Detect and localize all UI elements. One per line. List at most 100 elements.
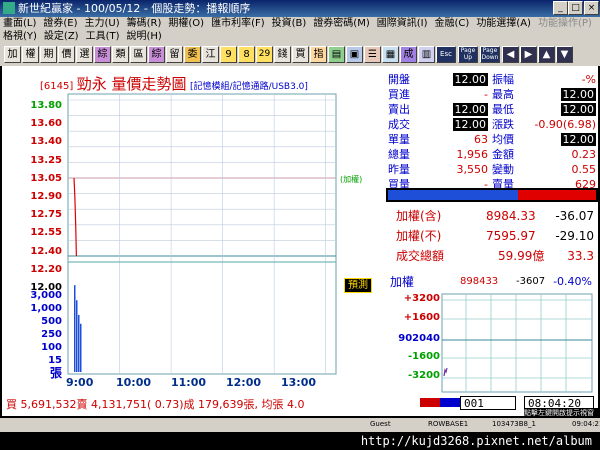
index-excl-value: 7595.97 <box>486 229 536 243</box>
price-tick: 13.80 <box>30 100 62 111</box>
price-tick: 12.40 <box>30 245 62 257</box>
tb-button-9[interactable]: 9 <box>220 46 237 63</box>
price-tick: 13.60 <box>30 118 62 130</box>
tb-button-prev-icon[interactable]: ◀ <box>502 46 519 63</box>
window-title: 新世紀贏家 - 100/05/12 - 個股走勢：播報順序 <box>18 2 251 15</box>
vol-tick: 100 <box>41 342 62 353</box>
chart-icon: ▤ <box>331 49 342 60</box>
predict-button[interactable]: 預測 <box>344 278 372 293</box>
tb-button-cheng[interactable]: 成 <box>400 46 417 63</box>
tb-button-qi[interactable]: 期 <box>40 46 57 63</box>
menu-item-operation[interactable]: 功能操作(P) <box>538 18 592 29</box>
index-panel: 加權(含) 8984.33 -36.07 加權(不) 7595.97 -29.1… <box>386 206 598 268</box>
tb-button-list-icon[interactable]: ☰ <box>364 46 381 63</box>
tb-button-wei[interactable]: 委 <box>184 46 201 63</box>
menu-item-finance[interactable]: 金融(C) <box>435 18 470 29</box>
quote-value: -% <box>581 73 596 86</box>
tb-button-grid-icon[interactable]: ▦ <box>382 46 399 63</box>
status-clock: 09:04:21 <box>572 420 600 428</box>
price-line <box>73 177 77 257</box>
tb-button-doc-icon[interactable]: ▥ <box>418 46 435 63</box>
menu-item-intl[interactable]: 國際資訊(I) <box>377 18 428 29</box>
page-down-button[interactable]: Page Down <box>480 46 500 63</box>
tb-button-up-icon[interactable]: ▲ <box>538 46 555 63</box>
mini-tick: -1600 <box>408 351 440 362</box>
menu-item-securities[interactable]: 證券(E) <box>43 18 77 29</box>
quote-label: 買進 <box>388 88 410 101</box>
tb-button-zong[interactable]: 綜 <box>94 46 111 63</box>
page-number-box[interactable]: 001 <box>460 396 516 410</box>
tb-button-chart-icon[interactable]: ▤ <box>328 46 345 63</box>
volume-bar <box>76 300 78 372</box>
quote-label: 最高 <box>492 88 514 101</box>
tb-button-lei[interactable]: 類 <box>112 46 129 63</box>
index-incl-change: -36.07 <box>555 209 594 223</box>
toolbar: 加 權 期 價 選 綜 類 區 綜 留 委 江 9 8 29 錢 買 指 ▤ ▣… <box>0 44 600 66</box>
tb-button-zong2[interactable]: 綜 <box>148 46 165 63</box>
tb-button-down-icon[interactable]: ▼ <box>556 46 573 63</box>
tb-button-jia2[interactable]: 價 <box>58 46 75 63</box>
title-bar: 新世紀贏家 - 100/05/12 - 個股走勢：播報順序 _ □ × <box>0 0 600 17</box>
tb-button-mai[interactable]: 買 <box>292 46 309 63</box>
menu-item-screen[interactable]: 畫面(L) <box>3 18 36 29</box>
tb-button-qian[interactable]: 錢 <box>274 46 291 63</box>
quote-value: 12.00 <box>560 88 596 101</box>
tb-button-liu[interactable]: 留 <box>166 46 183 63</box>
menu-item-main-force[interactable]: 主力(U) <box>85 18 120 29</box>
buy-sell-ratio-bar <box>386 188 598 202</box>
price-tick: 13.05 <box>30 172 62 184</box>
limit-down-mark: (加權) <box>340 175 363 184</box>
horizontal-gridlines <box>68 99 336 257</box>
index-incl-value: 8984.33 <box>486 209 536 223</box>
list-icon: ☰ <box>368 49 377 60</box>
page-up-button[interactable]: Page Up <box>458 46 478 63</box>
time-tick: 10:00 <box>116 376 152 389</box>
volume-bars <box>74 285 82 372</box>
maximize-button[interactable]: □ <box>568 1 583 15</box>
quote-value: 63 <box>474 133 488 146</box>
price-tick: 13.40 <box>30 136 62 148</box>
quote-value: 0.55 <box>571 163 597 176</box>
menu-item-invest[interactable]: 投資(B) <box>272 18 307 29</box>
quote-value: 12.00 <box>452 73 488 86</box>
quote-label: 最低 <box>492 103 514 116</box>
volume-bar <box>78 314 80 372</box>
turnover-label: 成交總額 <box>396 249 445 263</box>
menu-item-forex[interactable]: 匯市利率(F) <box>211 18 265 29</box>
tb-button-xuan[interactable]: 選 <box>76 46 93 63</box>
vertical-gridlines <box>119 94 326 374</box>
menu-item-view[interactable]: 格視(Y) <box>3 31 37 42</box>
esc-button[interactable]: Esc <box>436 46 456 63</box>
mini-index-header: 加權 898433 -3607 -0.40% <box>386 272 598 292</box>
close-button[interactable]: × <box>584 1 599 15</box>
mini-tick: +3200 <box>403 293 440 304</box>
watermark-bar: http://kujd3268.pixnet.net/album <box>0 432 600 450</box>
price-tick: 13.25 <box>30 154 62 166</box>
quote-value: 0.23 <box>571 148 597 161</box>
tb-button-zhi[interactable]: 指 <box>310 46 327 63</box>
menu-item-password[interactable]: 證券密碼(M) <box>313 18 369 29</box>
volume-bar <box>74 285 76 372</box>
menu-row-2: 格視(Y) 設定(Z) 工具(T) 說明(H) <box>3 30 169 43</box>
tb-button-jiang[interactable]: 江 <box>202 46 219 63</box>
menu-item-options[interactable]: 期權(O) <box>168 18 204 29</box>
tb-button-8[interactable]: 8 <box>238 46 255 63</box>
menu-item-function[interactable]: 功能選擇(A) <box>476 18 531 29</box>
menu-item-settings[interactable]: 設定(Z) <box>44 31 79 42</box>
minimize-button[interactable]: _ <box>553 1 568 15</box>
menu-item-help[interactable]: 說明(H) <box>127 31 162 42</box>
quote-value: 1,956 <box>456 148 489 161</box>
tb-button-jia[interactable]: 加 <box>4 46 21 63</box>
tb-button-29[interactable]: 29 <box>256 46 273 63</box>
trade-summary: 買 5,691,532賣 4,131,751( 0.73)成 179,639張,… <box>6 398 305 411</box>
tb-button-qu[interactable]: 區 <box>130 46 147 63</box>
arrow-right-icon: ▶ <box>524 49 533 60</box>
volume-bar <box>80 323 82 372</box>
menu-item-chips[interactable]: 籌碼(R) <box>127 18 162 29</box>
tb-button-window-icon[interactable]: ▣ <box>346 46 363 63</box>
tb-button-quan[interactable]: 權 <box>22 46 39 63</box>
turnover-value: 59.99億 <box>498 249 545 263</box>
price-tick: 12.55 <box>30 227 62 239</box>
menu-item-tools[interactable]: 工具(T) <box>86 31 120 42</box>
tb-button-next-icon[interactable]: ▶ <box>520 46 537 63</box>
